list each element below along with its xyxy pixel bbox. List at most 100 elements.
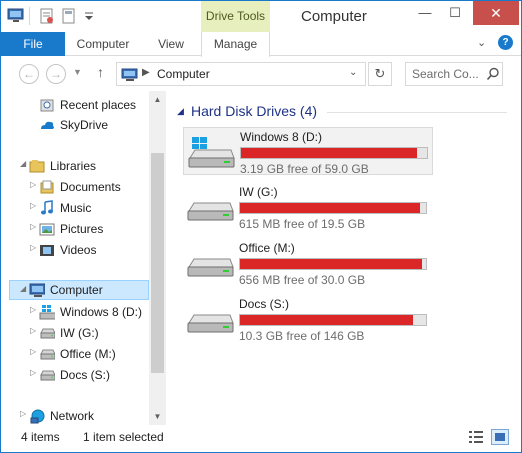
- videos-icon: [40, 245, 54, 256]
- scroll-up-icon[interactable]: ▲: [149, 91, 166, 108]
- recent-places-icon: [40, 99, 54, 112]
- collapse-icon[interactable]: ◢: [20, 284, 26, 293]
- drive-usage-fill: [241, 148, 417, 158]
- sidebar-scrollbar[interactable]: ▲ ▼: [149, 91, 166, 425]
- minimize-button[interactable]: —: [411, 1, 439, 25]
- drive-usage-fill: [240, 203, 421, 213]
- drive-name: IW (G:): [239, 185, 278, 199]
- sidebar-item-network[interactable]: ▷ Network: [1, 406, 149, 425]
- expand-icon[interactable]: ▷: [30, 201, 36, 210]
- computer-icon[interactable]: [7, 8, 25, 24]
- expand-icon[interactable]: ▷: [20, 409, 26, 418]
- close-button[interactable]: ✕: [473, 1, 519, 25]
- drive-usage-fill: [240, 315, 413, 325]
- help-button[interactable]: ?: [498, 35, 513, 50]
- title-bar: Drive Tools Computer — ☐ ✕: [1, 1, 521, 32]
- expand-icon[interactable]: ▷: [30, 347, 36, 356]
- tab-view[interactable]: View: [141, 32, 201, 56]
- content-pane: ◢ Hard Disk Drives (4) Windows 8 (D:) 3.…: [167, 91, 521, 425]
- expand-icon[interactable]: ▷: [30, 243, 36, 252]
- up-button[interactable]: ↑: [97, 64, 104, 80]
- libraries-icon: [29, 160, 45, 173]
- address-bar[interactable]: ▶ Computer ⌄: [116, 62, 366, 86]
- documents-icon: [40, 180, 54, 194]
- address-dropdown-icon[interactable]: ⌄: [349, 67, 357, 78]
- expand-icon[interactable]: ▷: [30, 222, 36, 231]
- drive-icon: [40, 328, 55, 339]
- network-icon: [30, 409, 45, 424]
- sidebar-item-label: IW (G:): [60, 326, 99, 340]
- large-icons-view-icon[interactable]: [491, 429, 509, 445]
- drive-free-space: 10.3 GB free of 146 GB: [239, 329, 365, 343]
- breadcrumb-separator-icon[interactable]: ▶: [142, 67, 150, 78]
- properties-icon[interactable]: [39, 8, 55, 24]
- customize-quick-access-icon[interactable]: [83, 8, 95, 24]
- sidebar-item-pictures[interactable]: ▷ Pictures: [1, 219, 149, 239]
- drive-usage-bar: [239, 202, 427, 214]
- drive-name: Windows 8 (D:): [240, 130, 323, 144]
- sidebar-item-docs-s[interactable]: ▷ Docs (S:): [1, 365, 149, 385]
- hard-drive-icon: [187, 314, 234, 333]
- drive-tile-iw-g[interactable]: IW (G:) 615 MB free of 19.5 GB: [183, 183, 433, 231]
- collapse-icon[interactable]: ◢: [20, 159, 26, 168]
- group-collapse-icon[interactable]: ◢: [177, 106, 184, 117]
- sidebar-item-libraries[interactable]: ◢ Libraries: [1, 156, 149, 176]
- sidebar-item-computer[interactable]: ◢ Computer: [9, 280, 149, 300]
- expand-icon[interactable]: ▷: [30, 305, 36, 314]
- music-icon: [41, 200, 53, 215]
- maximize-button[interactable]: ☐: [441, 1, 469, 25]
- recent-locations-icon[interactable]: ▼: [73, 67, 82, 77]
- expand-icon[interactable]: ▷: [30, 368, 36, 377]
- drive-name: Office (M:): [239, 241, 295, 255]
- windows-drive-icon: [188, 137, 235, 168]
- expand-icon[interactable]: ▷: [30, 326, 36, 335]
- computer-icon: [121, 68, 138, 81]
- navigation-pane: Recent places SkyDrive ◢ Libraries ▷ Doc…: [1, 91, 167, 425]
- drive-tile-docs-s[interactable]: Docs (S:) 10.3 GB free of 146 GB: [183, 295, 433, 343]
- sidebar-item-documents[interactable]: ▷ Documents: [1, 177, 149, 197]
- tab-computer[interactable]: Computer: [65, 32, 141, 56]
- hard-drive-icon: [187, 202, 234, 221]
- sidebar-item-label: Libraries: [50, 159, 97, 173]
- hard-drive-icon: [187, 258, 234, 277]
- sidebar-item-music[interactable]: ▷ Music: [1, 198, 149, 218]
- search-box[interactable]: [405, 62, 503, 86]
- sidebar-item-skydrive[interactable]: SkyDrive: [1, 115, 149, 135]
- expand-ribbon-icon[interactable]: ⌄: [477, 36, 486, 49]
- expand-icon[interactable]: ▷: [30, 180, 36, 189]
- details-view-icon[interactable]: [467, 429, 485, 445]
- sidebar-item-recent-places[interactable]: Recent places: [1, 95, 149, 115]
- window-title: Computer: [301, 8, 367, 25]
- new-folder-icon[interactable]: [61, 8, 77, 24]
- scroll-down-icon[interactable]: ▼: [149, 408, 166, 425]
- quick-access-separator: [29, 7, 30, 25]
- drive-usage-fill: [240, 259, 422, 269]
- search-icon[interactable]: [486, 67, 500, 81]
- drive-tile-windows-8-d[interactable]: Windows 8 (D:) 3.19 GB free of 59.0 GB: [183, 127, 433, 176]
- tab-file[interactable]: File: [1, 32, 65, 56]
- status-bar: 4 items 1 item selected: [1, 425, 521, 452]
- sidebar-item-label: Docs (S:): [60, 368, 111, 382]
- sidebar-item-label: Documents: [60, 180, 121, 194]
- refresh-button[interactable]: ↻: [368, 62, 392, 86]
- drive-tile-office-m[interactable]: Office (M:) 656 MB free of 30.0 GB: [183, 239, 433, 287]
- drive-usage-bar: [239, 314, 427, 326]
- sidebar-item-office-m[interactable]: ▷ Office (M:): [1, 344, 149, 364]
- sidebar-item-iw-g[interactable]: ▷ IW (G:): [1, 323, 149, 343]
- sidebar-item-windows-8-d[interactable]: ▷ Windows 8 (D:): [1, 302, 149, 322]
- forward-button[interactable]: →: [46, 64, 66, 84]
- drive-usage-bar: [239, 258, 427, 270]
- search-input[interactable]: [406, 63, 484, 85]
- skydrive-icon: [41, 121, 54, 129]
- tab-manage[interactable]: Manage: [201, 32, 270, 57]
- breadcrumb-computer[interactable]: Computer: [157, 67, 210, 81]
- drive-free-space: 615 MB free of 19.5 GB: [239, 217, 366, 231]
- computer-icon: [29, 283, 45, 297]
- drive-name: Docs (S:): [239, 297, 290, 311]
- sidebar-item-videos[interactable]: ▷ Videos: [1, 240, 149, 260]
- scrollbar-thumb[interactable]: [151, 153, 164, 373]
- sidebar-item-label: SkyDrive: [60, 118, 109, 132]
- selection-status: 1 item selected: [83, 430, 164, 444]
- back-button[interactable]: ←: [19, 64, 39, 84]
- sidebar-item-label: Music: [60, 201, 92, 215]
